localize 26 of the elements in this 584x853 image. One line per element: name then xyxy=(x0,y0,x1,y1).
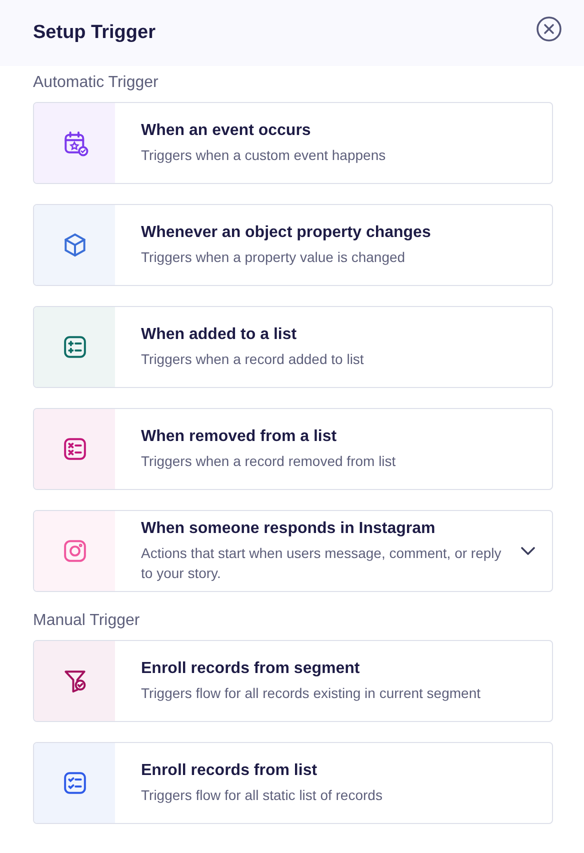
section-label: Manual Trigger xyxy=(33,611,141,631)
trigger-title: When removed from a list xyxy=(141,428,338,446)
trigger-card[interactable]: When someone responds in Instagram Actions that start when users message, comment, or reply to your story. xyxy=(33,510,553,592)
trigger-title: Enroll records from list xyxy=(141,762,318,780)
trigger-description: Triggers when a custom event happens xyxy=(141,146,387,164)
trigger-card[interactable]: When removed from a list Triggers when a record removed from list xyxy=(33,408,553,490)
trigger-card[interactable]: Enroll records from segment Triggers flow for all records existing in current segment xyxy=(33,640,553,722)
trigger-description: Triggers flow for all records existing in current segment xyxy=(141,684,482,702)
trigger-description: Triggers flow for all static list of records xyxy=(141,786,384,804)
close-button[interactable] xyxy=(536,16,562,42)
trigger-title: When someone responds in Instagram xyxy=(141,520,436,538)
trigger-description: Triggers when a property value is changed xyxy=(141,248,406,266)
trigger-title: When an event occurs xyxy=(141,122,312,140)
trigger-card[interactable]: Enroll records from list Triggers flow for all static list of records xyxy=(33,742,553,824)
trigger-title: Enroll records from segment xyxy=(141,660,361,678)
trigger-description: Triggers when a record removed from list xyxy=(141,452,397,470)
trigger-card[interactable]: When added to a list Triggers when a record added to list xyxy=(33,306,553,388)
trigger-title: When added to a list xyxy=(141,326,298,344)
trigger-card[interactable]: Whenever an object property changes Triggers when a property value is changed xyxy=(33,204,553,286)
trigger-description: Actions that start when users message, comment, or reply to your story. xyxy=(141,544,502,582)
trigger-description: Triggers when a record added to list xyxy=(141,350,365,368)
trigger-title: Whenever an object property changes xyxy=(141,224,432,242)
dialog-title: Setup Trigger xyxy=(33,22,156,44)
section-label: Automatic Trigger xyxy=(33,73,160,93)
trigger-card[interactable]: When an event occurs Triggers when a custom event happens xyxy=(33,102,553,184)
chevron-button[interactable] xyxy=(521,546,535,556)
